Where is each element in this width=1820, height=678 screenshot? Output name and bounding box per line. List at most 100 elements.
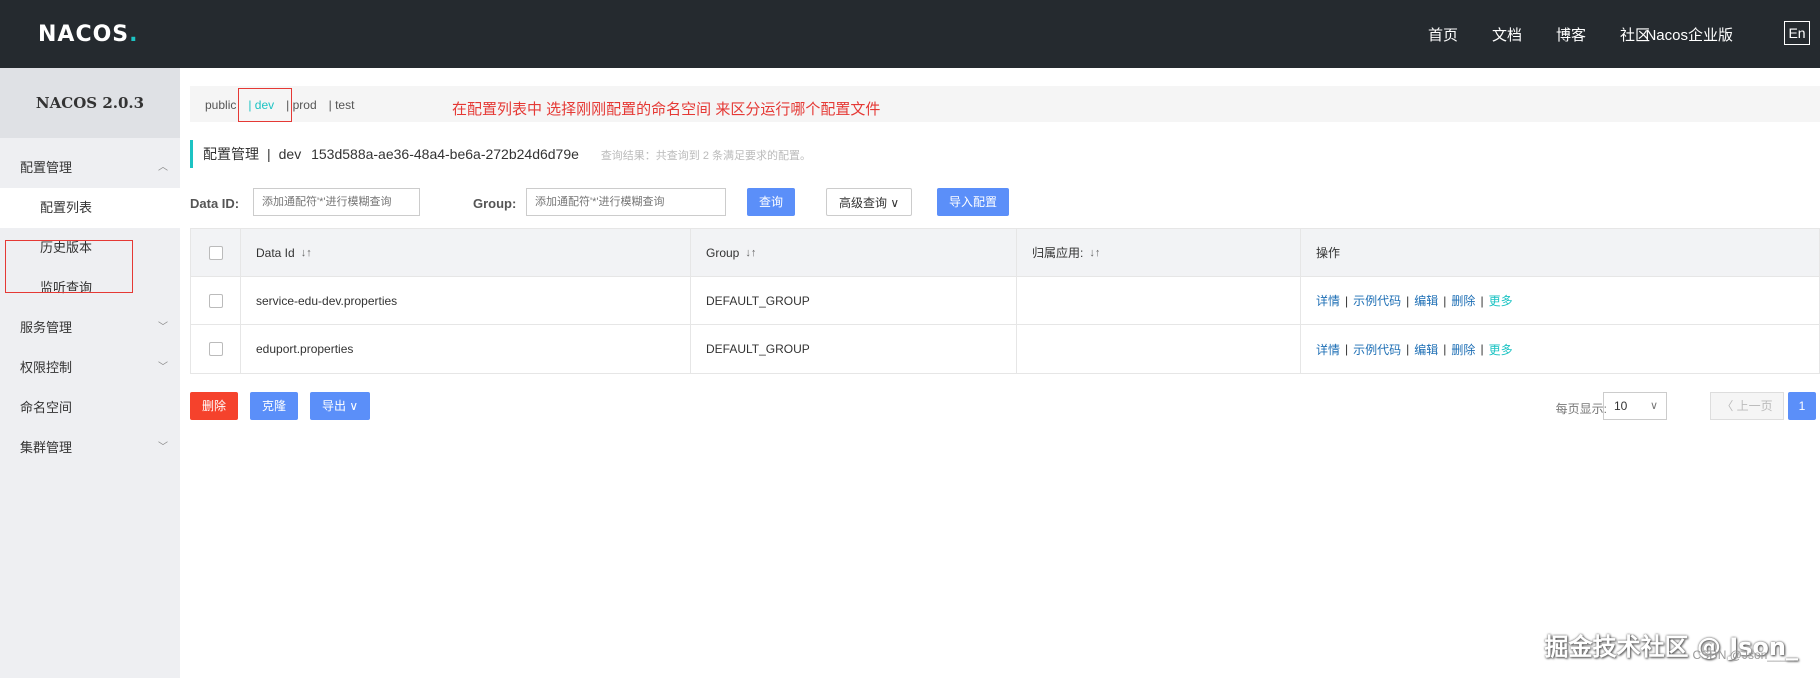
nav-home[interactable]: 首页 xyxy=(1428,24,1458,45)
header-group[interactable]: Group ↓↑ xyxy=(691,229,1017,276)
config-table: Data Id ↓↑ Group ↓↑ 归属应用: ↓↑ 操作 service-edu… xyxy=(190,228,1820,374)
chevron-up-icon: ︿ xyxy=(158,162,168,173)
cell-group: DEFAULT_GROUP xyxy=(691,277,1017,324)
cell-dataid: eduport.properties xyxy=(241,325,691,373)
sort-icon[interactable]: ↓↑ xyxy=(301,247,312,259)
sidebar: NACOS 2.0.3 配置管理 ︿ 配置列表 历史版本 监听查询 服务管理 ﹀… xyxy=(0,68,180,678)
export-label: 导出 xyxy=(322,399,347,413)
sidebar-group-label: 集群管理 xyxy=(20,440,73,455)
sidebar-group-auth[interactable]: 权限控制 ﹀ xyxy=(0,348,180,388)
prev-page-label: 上一页 xyxy=(1736,399,1773,413)
advanced-query-label: 高级查询 xyxy=(839,196,888,210)
sidebar-group-config[interactable]: 配置管理 ︿ xyxy=(0,148,180,188)
cell-ops: 详情 | 示例代码 | 编辑 | 删除 | 更多 xyxy=(1301,277,1819,324)
clone-button[interactable]: 克隆 xyxy=(250,392,299,420)
chevron-down-icon: ∨ xyxy=(887,196,900,210)
highlight-box xyxy=(238,88,292,122)
sort-icon[interactable]: ↓↑ xyxy=(745,247,756,259)
table-row: service-edu-dev.properties DEFAULT_GROUP… xyxy=(191,277,1819,325)
cell-app xyxy=(1017,277,1301,324)
nav-enterprise[interactable]: Nacos企业版 xyxy=(1645,24,1733,45)
page-size-label: 每页显示: xyxy=(1555,402,1607,416)
sort-icon[interactable]: ↓↑ xyxy=(1089,247,1100,259)
select-all-cell xyxy=(191,229,241,276)
bottom-actions: 删除 克隆 导出 ∨ 每页显示: 10 ∨ 〈 上一页 1 xyxy=(190,392,1820,422)
nav-blog[interactable]: 博客 xyxy=(1556,24,1586,45)
group-input[interactable] xyxy=(526,188,726,216)
prev-page-button[interactable]: 〈 上一页 xyxy=(1710,392,1784,420)
import-config-button[interactable]: 导入配置 xyxy=(937,188,1010,216)
select-all-checkbox[interactable] xyxy=(208,245,223,260)
sidebar-group-cluster[interactable]: 集群管理 ﹀ xyxy=(0,428,180,468)
op-detail-link[interactable]: 详情 xyxy=(1316,292,1340,309)
chevron-down-icon: ﹀ xyxy=(158,442,168,453)
namespace-bar: public | dev | prod | test xyxy=(190,86,1820,122)
main-content: public | dev | prod | test 在配置列表中 选择刚刚配置… xyxy=(190,68,1820,678)
sidebar-group-label: 配置管理 xyxy=(20,160,73,175)
export-button[interactable]: 导出 ∨ xyxy=(310,392,371,420)
cell-group: DEFAULT_GROUP xyxy=(691,325,1017,373)
chevron-left-icon: 〈 xyxy=(1721,399,1737,413)
row-select-cell xyxy=(191,325,241,373)
sidebar-group-label: 服务管理 xyxy=(20,320,73,335)
op-separator: | xyxy=(1345,293,1349,308)
page-size-select[interactable]: 10 ∨ xyxy=(1603,392,1667,420)
sidebar-group-label: 命名空间 xyxy=(20,400,73,415)
top-header: NACOS. 首页 文档 博客 社区 Nacos企业版 En xyxy=(0,0,1820,68)
row-checkbox[interactable] xyxy=(208,293,223,308)
op-edit-link[interactable]: 编辑 xyxy=(1414,292,1438,309)
title-separator: | xyxy=(267,146,271,162)
page-title: 配置管理 | dev 153d588a-ae36-48a4-be6a-272b24d… xyxy=(190,140,811,168)
nacos-logo[interactable]: NACOS. xyxy=(38,22,139,47)
header-ops: 操作 xyxy=(1316,246,1341,260)
annotation-text: 在配置列表中 选择刚刚配置的命名空间 来区分运行哪个配置文件 xyxy=(452,101,881,118)
op-sample-code-link[interactable]: 示例代码 xyxy=(1353,341,1401,358)
namespace-public[interactable]: public xyxy=(205,98,236,112)
watermark-csdn: CSDN @Json____ xyxy=(1692,648,1794,662)
op-detail-link[interactable]: 详情 xyxy=(1316,341,1340,358)
version-label: NACOS 2.0.3 xyxy=(0,68,180,138)
dataid-label: Data ID: xyxy=(190,196,240,211)
search-row: Data ID: Group: 查询 高级查询 ∨ 导入配置 xyxy=(190,188,1820,220)
top-nav: 首页 文档 博客 社区 xyxy=(1428,24,1650,45)
sidebar-item-config-list[interactable]: 配置列表 xyxy=(0,188,180,228)
table-header-row: Data Id ↓↑ Group ↓↑ 归属应用: ↓↑ 操作 xyxy=(191,229,1819,277)
query-button[interactable]: 查询 xyxy=(747,188,796,216)
op-separator: | xyxy=(1480,293,1484,308)
cell-app xyxy=(1017,325,1301,373)
batch-delete-button[interactable]: 删除 xyxy=(190,392,239,420)
language-toggle-button[interactable]: En xyxy=(1784,21,1810,45)
op-delete-link[interactable]: 删除 xyxy=(1451,292,1475,309)
header-label: Group xyxy=(706,245,740,260)
chevron-down-icon: ﹀ xyxy=(158,322,168,333)
page-title-label: 配置管理 xyxy=(203,146,259,162)
op-sample-code-link[interactable]: 示例代码 xyxy=(1353,292,1401,309)
op-more-link[interactable]: 更多 xyxy=(1489,292,1513,309)
row-select-cell xyxy=(191,277,241,324)
page-number-current[interactable]: 1 xyxy=(1788,392,1816,420)
table-row: eduport.properties DEFAULT_GROUP 详情 | 示例代… xyxy=(191,325,1819,373)
header-label: Data Id xyxy=(256,245,295,260)
sidebar-group-service[interactable]: 服务管理 ﹀ xyxy=(0,308,180,348)
nav-docs[interactable]: 文档 xyxy=(1492,24,1522,45)
op-edit-link[interactable]: 编辑 xyxy=(1414,341,1438,358)
namespace-name: dev xyxy=(278,146,302,162)
sidebar-group-label: 权限控制 xyxy=(20,360,73,375)
row-checkbox[interactable] xyxy=(208,342,223,356)
query-result-hint: 查询结果：共查询到 2 条满足要求的配置。 xyxy=(600,150,812,162)
namespace-test[interactable]: | test xyxy=(329,98,355,112)
header-app[interactable]: 归属应用: ↓↑ xyxy=(1017,229,1301,276)
chevron-down-icon: ∨ xyxy=(346,399,359,413)
highlight-box xyxy=(5,240,133,293)
op-more-link[interactable]: 更多 xyxy=(1489,341,1513,358)
op-separator: | xyxy=(1345,342,1349,356)
advanced-query-button[interactable]: 高级查询 ∨ xyxy=(826,188,913,216)
chevron-down-icon: ∨ xyxy=(1649,400,1658,412)
dataid-input[interactable] xyxy=(253,188,420,216)
header-dataid[interactable]: Data Id ↓↑ xyxy=(241,229,691,276)
chevron-down-icon: ﹀ xyxy=(158,362,168,373)
op-delete-link[interactable]: 删除 xyxy=(1451,341,1475,358)
cell-ops: 详情 | 示例代码 | 编辑 | 删除 | 更多 xyxy=(1301,325,1819,373)
sidebar-item-namespace[interactable]: 命名空间 xyxy=(0,388,180,428)
op-separator: | xyxy=(1480,342,1484,356)
